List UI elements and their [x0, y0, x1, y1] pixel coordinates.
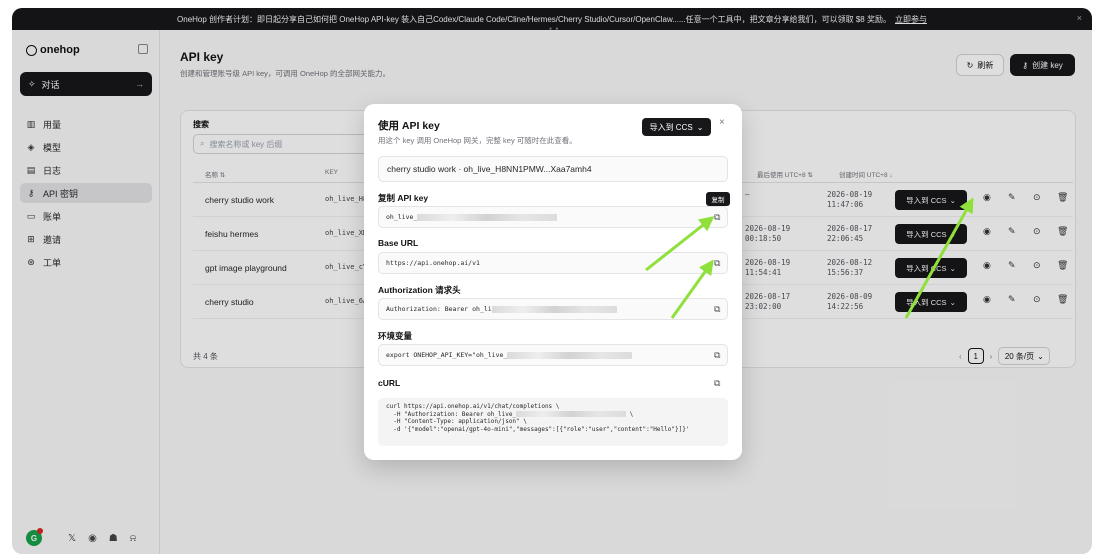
copy-icon[interactable]: ⧉: [714, 212, 720, 223]
env-var-field[interactable]: export ONEHOP_API_KEY="oh_live_: [378, 344, 728, 366]
curl-line: curl https://api.onehop.ai/v1/chat/compl…: [386, 403, 560, 410]
modal-import-ccs-button[interactable]: 导入到 CCS ⌄: [642, 118, 711, 136]
curl-line: -d '{"model":"openai/gpt-4o-mini","messa…: [386, 425, 690, 433]
redacted-key: [516, 411, 627, 418]
close-icon[interactable]: ×: [719, 117, 725, 128]
base-url-label: Base URL: [378, 238, 419, 248]
modal-title: 使用 API key: [378, 120, 440, 132]
redacted-key: [491, 305, 617, 313]
curl-label: cURL: [378, 378, 401, 388]
api-key-field[interactable]: oh_live_: [378, 206, 728, 228]
env-var-label: 环境变量: [378, 331, 413, 341]
key-summary: cherry studio work · oh_live_H8NN1PMW...…: [378, 156, 728, 182]
curl-line: -H "Content-Type: application/json" \: [386, 418, 527, 426]
copy-icon[interactable]: ⧉: [714, 350, 720, 361]
redacted-key: [417, 213, 558, 221]
auth-prefix: Authorization: Bearer oh_li: [386, 305, 492, 313]
copy-tooltip: 复制: [706, 192, 730, 206]
api-key-prefix: oh_live_: [386, 213, 418, 221]
copy-icon[interactable]: ⧉: [714, 258, 720, 269]
env-prefix: export ONEHOP_API_KEY="oh_live_: [386, 351, 508, 359]
base-url-field[interactable]: https://api.onehop.ai/v1: [378, 252, 728, 274]
auth-header-field[interactable]: Authorization: Bearer oh_li: [378, 298, 728, 320]
base-url-value: https://api.onehop.ai/v1: [386, 259, 480, 267]
chevron-down-icon: ⌄: [696, 122, 704, 132]
copy-icon[interactable]: ⧉: [714, 304, 720, 315]
curl-code-block[interactable]: curl https://api.onehop.ai/v1/chat/compl…: [378, 398, 728, 446]
modal-subtitle: 用这个 key 调用 OneHop 网关，完整 key 可随时在此查看。: [378, 136, 577, 145]
use-api-key-modal: 使用 API key 用这个 key 调用 OneHop 网关，完整 key 可…: [364, 104, 742, 460]
copy-icon[interactable]: ⧉: [714, 378, 720, 389]
curl-line: -H "Authorization: Bearer oh_live_ \: [386, 410, 634, 418]
auth-header-label: Authorization 请求头: [378, 285, 461, 295]
copy-key-label: 复制 API key: [378, 193, 429, 203]
redacted-key: [507, 351, 633, 359]
